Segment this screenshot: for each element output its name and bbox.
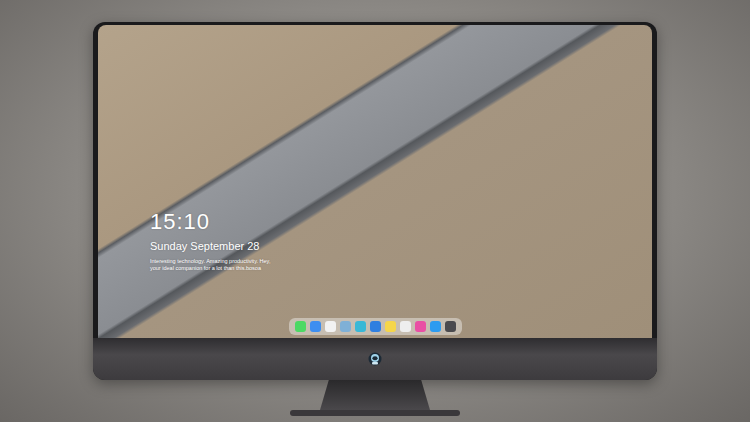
dock-app-icon[interactable] (400, 321, 411, 332)
clock-date: Sunday September 28 (150, 240, 652, 253)
dock-app-icon[interactable] (355, 321, 366, 332)
monitor-chin (93, 338, 657, 380)
dock-app-icon[interactable] (295, 321, 306, 332)
dock-app-icon[interactable] (385, 321, 396, 332)
dock-app-icon[interactable] (415, 321, 426, 332)
monitor-bezel: 15:10 Sunday September 28 Interesting tech… (93, 22, 657, 380)
dock-app-icon[interactable] (310, 321, 321, 332)
desktop-mockup: 15:10 Sunday September 28 Interesting tech… (0, 0, 750, 422)
dock-app-icon[interactable] (340, 321, 351, 332)
tagline-line: your ideal companion for a lot than this… (150, 265, 652, 272)
dock-app-icon[interactable] (370, 321, 381, 332)
tagline: Interesting technology. Amazing producti… (150, 258, 652, 272)
dock (289, 318, 462, 335)
clock-time: 15:10 (150, 210, 652, 234)
dock-app-icon[interactable] (430, 321, 441, 332)
astronaut-logo-icon (368, 352, 382, 366)
dock-app-icon[interactable] (325, 321, 336, 332)
clock-widget: 15:10 Sunday September 28 Interesting tech… (150, 210, 652, 272)
dock-app-icon[interactable] (445, 321, 456, 332)
tagline-line: Interesting technology. Amazing producti… (150, 258, 652, 265)
lock-screen: 15:10 Sunday September 28 Interesting tech… (98, 25, 652, 338)
monitor-base (290, 410, 460, 416)
monitor: 15:10 Sunday September 28 Interesting tech… (93, 22, 657, 422)
monitor-stand (320, 380, 430, 410)
